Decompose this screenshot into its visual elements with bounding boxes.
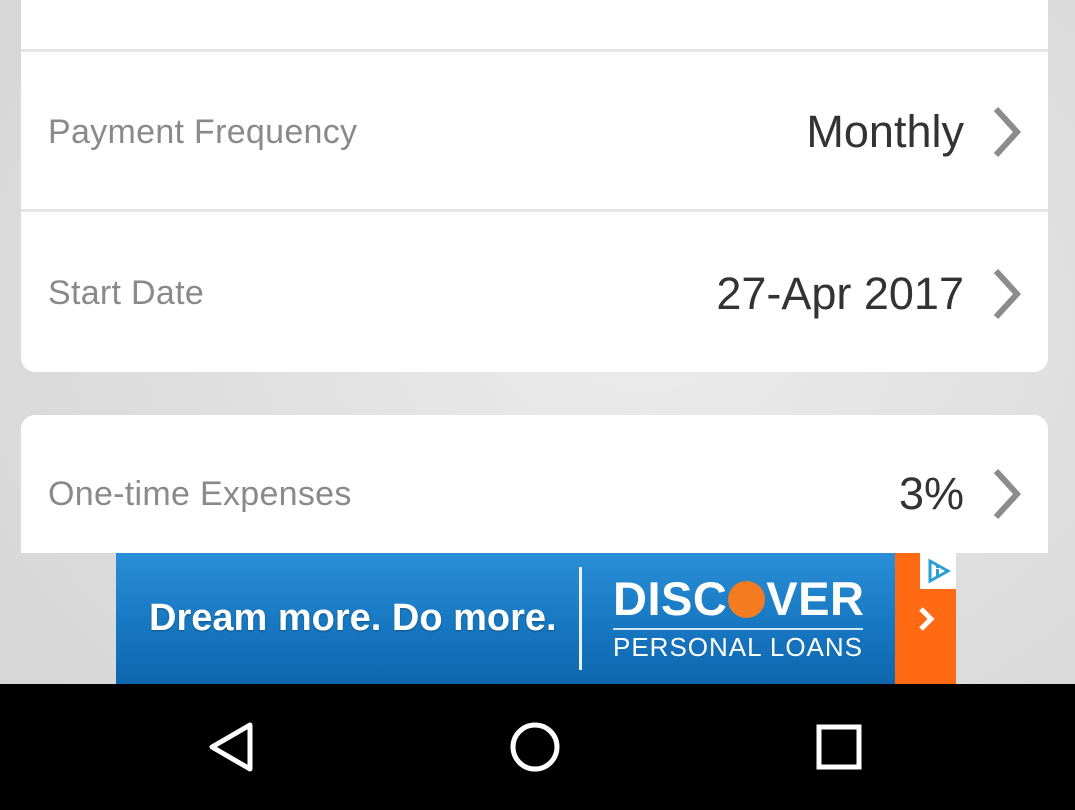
navigation-bar: [0, 684, 1075, 810]
adchoices-icon[interactable]: [920, 553, 956, 589]
recents-icon[interactable]: [809, 717, 869, 777]
start-date-row[interactable]: Start Date 27-Apr 2017: [21, 215, 1048, 372]
ad-brand-left: DISC: [613, 572, 728, 625]
one-time-expenses-value: 3%: [898, 468, 964, 519]
chevron-right-icon: [993, 268, 1022, 319]
ad-brand-dot: [728, 580, 766, 618]
payment-frequency-row[interactable]: Payment Frequency Monthly: [21, 55, 1048, 212]
chevron-right-icon: [918, 606, 935, 631]
ad-divider: [579, 567, 582, 670]
start-date-label: Start Date: [48, 274, 205, 312]
chevron-right-icon: [993, 468, 1022, 520]
start-date-value: 27-Apr 2017: [716, 267, 964, 319]
ad-banner[interactable]: Dream more. Do more. DISC VER PERSONAL LO…: [116, 553, 956, 684]
ad-brand-name: DISC VER: [613, 574, 864, 624]
one-time-expenses-label: One-time Expenses: [48, 474, 352, 513]
expenses-card: One-time Expenses 3%: [21, 415, 1048, 553]
ad-brand-subtitle: PERSONAL LOANS: [613, 628, 864, 663]
ad-brand-logo: DISC VER PERSONAL LOANS: [613, 574, 873, 663]
payment-frequency-label: Payment Frequency: [48, 112, 358, 151]
ad-slogan: Dream more. Do more.: [149, 597, 557, 639]
one-time-expenses-row[interactable]: One-time Expenses 3%: [21, 415, 1048, 553]
settings-card: Payment Frequency Monthly Start Date 27-…: [21, 0, 1048, 372]
payment-frequency-value: Monthly: [806, 106, 964, 157]
chevron-right-icon: [993, 106, 1022, 158]
back-icon[interactable]: [202, 717, 262, 777]
ad-brand-right: VER: [766, 572, 865, 625]
adchoices-glyph: [928, 558, 951, 584]
settings-row-partial[interactable]: [21, 0, 1048, 52]
home-icon[interactable]: [505, 717, 565, 777]
